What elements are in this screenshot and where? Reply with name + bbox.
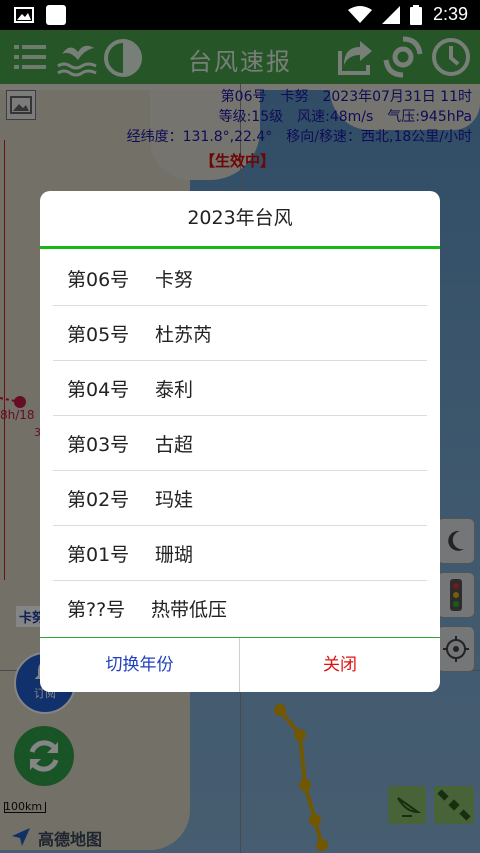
typhoon-name: 热带低压 xyxy=(151,599,228,621)
typhoon-name: 杜苏芮 xyxy=(155,324,213,346)
wifi-icon xyxy=(348,6,372,23)
close-button[interactable]: 关闭 xyxy=(240,638,440,692)
dialog-footer: 切换年份 关闭 xyxy=(40,637,440,692)
typhoon-number: 第06号 xyxy=(67,269,130,291)
typhoon-number: 第01号 xyxy=(67,544,130,566)
signal-icon xyxy=(382,6,400,24)
typhoon-number: 第03号 xyxy=(67,434,130,456)
dialog-title: 2023年台风 xyxy=(187,207,293,229)
typhoon-list-item[interactable]: 第03号 古超 xyxy=(53,415,427,471)
typhoon-list-item[interactable]: 第06号 卡努 xyxy=(53,250,427,306)
typhoon-list-item[interactable]: 第01号 珊瑚 xyxy=(53,525,427,581)
typhoon-number: 第05号 xyxy=(67,324,130,346)
typhoon-number: 第02号 xyxy=(67,489,130,511)
typhoon-list-dialog: 2023年台风 第06号 卡努 第05号 杜苏芮 第04号 泰利 第03号 古超… xyxy=(40,191,440,692)
switch-year-button[interactable]: 切换年份 xyxy=(40,638,239,692)
app-notification-icon xyxy=(46,5,66,25)
typhoon-number: 第??号 xyxy=(67,599,126,621)
image-notification-icon xyxy=(14,7,34,23)
typhoon-name: 泰利 xyxy=(155,379,194,401)
typhoon-list-item[interactable]: 第02号 玛娃 xyxy=(53,470,427,526)
typhoon-list-item[interactable]: 第04号 泰利 xyxy=(53,360,427,416)
typhoon-name: 玛娃 xyxy=(155,489,194,511)
typhoon-name: 卡努 xyxy=(155,269,194,291)
typhoon-list-item[interactable]: 第05号 杜苏芮 xyxy=(53,305,427,361)
typhoon-name: 珊瑚 xyxy=(155,544,194,566)
clock: 2:39 xyxy=(432,4,468,24)
battery-icon xyxy=(410,5,422,25)
typhoon-name: 古超 xyxy=(155,434,194,456)
typhoon-number: 第04号 xyxy=(67,379,130,401)
typhoon-list-item[interactable]: 第??号 热带低压 xyxy=(53,580,427,635)
dialog-title-divider xyxy=(40,246,440,249)
status-bar: 2:39 xyxy=(0,0,480,30)
